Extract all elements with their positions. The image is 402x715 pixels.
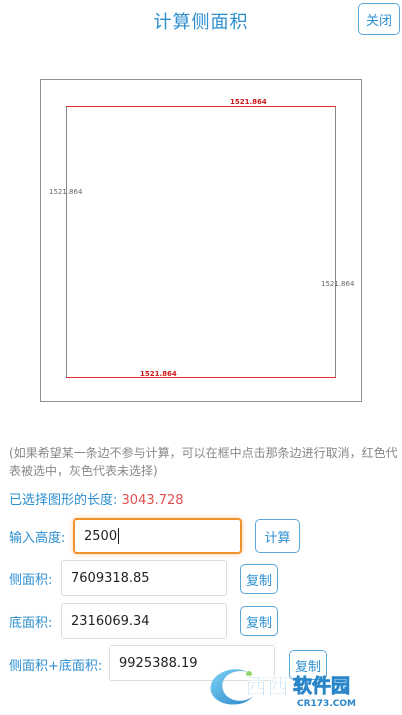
edge-right-length: 1521.864: [321, 280, 355, 288]
page-title: 计算侧面积: [153, 12, 249, 33]
close-button[interactable]: 关闭: [358, 3, 400, 35]
hint-text: (如果希望某一条边不参与计算，可以在框中点击那条边进行取消，红色代表被选中，灰色…: [9, 446, 398, 478]
selected-length-label: 已选择图形的长度:: [9, 493, 118, 508]
edge-left-right-outline: [66, 106, 336, 378]
selected-length-value: 3043.728: [121, 493, 184, 508]
total-area-value: 9925388.19: [119, 655, 198, 671]
cr173-watermark-logo: 西西 软件园 CR173.COM: [210, 669, 356, 709]
shape-canvas[interactable]: 1521.864 1521.864 1521.864 1521.864: [40, 79, 362, 402]
base-area-label: 底面积:: [9, 616, 53, 631]
edge-bottom[interactable]: [66, 377, 336, 378]
selected-length-line: 已选择图形的长度: 3043.728: [9, 489, 184, 508]
side-area-value: 7609318.85: [71, 570, 150, 586]
copy-side-area-button[interactable]: 复制: [240, 564, 278, 594]
svg-text:软件园: 软件园: [293, 674, 350, 697]
edge-top-length: 1521.864: [230, 98, 267, 106]
height-label: 输入高度:: [9, 531, 66, 546]
base-area-field[interactable]: 2316069.34: [61, 603, 227, 639]
svg-text:CR173.COM: CR173.COM: [297, 699, 356, 709]
edge-left-length: 1521.864: [49, 188, 83, 196]
svg-text:西西: 西西: [245, 675, 289, 700]
side-area-label: 侧面积:: [9, 573, 53, 588]
edge-top[interactable]: [66, 106, 336, 107]
text-caret: [118, 528, 120, 544]
base-area-value: 2316069.34: [71, 613, 150, 629]
total-area-label: 侧面积+底面积:: [9, 659, 103, 674]
calculate-button[interactable]: 计算: [255, 519, 300, 553]
height-input[interactable]: 2500: [73, 518, 242, 554]
copy-base-area-button[interactable]: 复制: [240, 606, 278, 636]
side-area-field[interactable]: 7609318.85: [61, 560, 227, 596]
edge-bottom-length: 1521.864: [140, 370, 177, 378]
height-input-value: 2500: [84, 528, 118, 544]
